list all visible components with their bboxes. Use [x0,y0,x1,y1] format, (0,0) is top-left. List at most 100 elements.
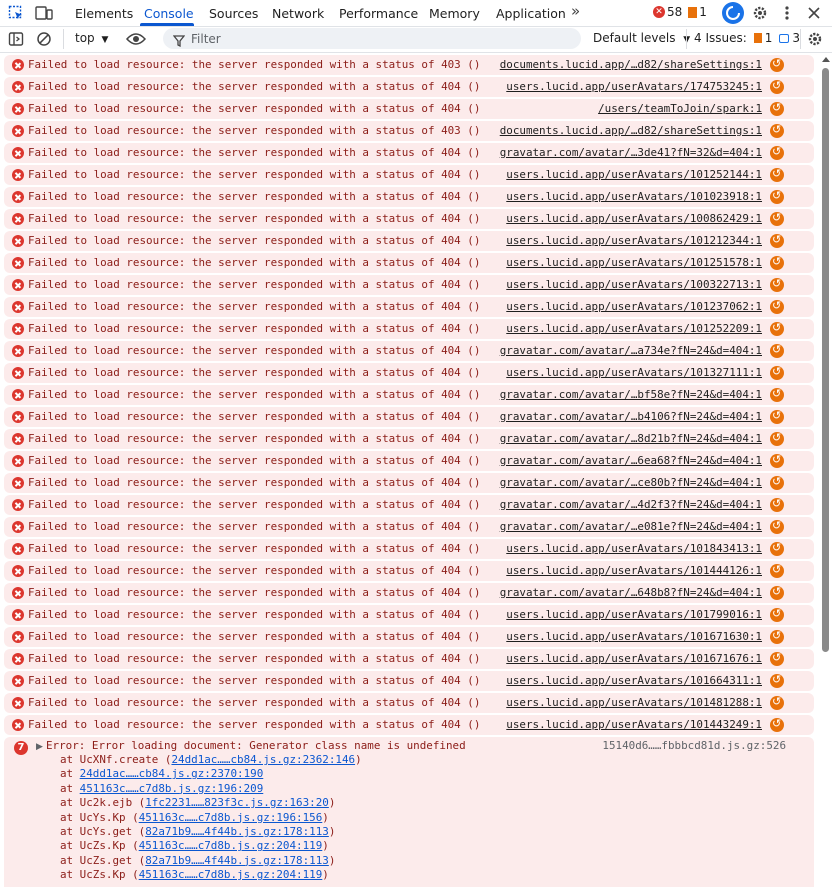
network-request-icon[interactable] [770,233,784,248]
console-message-row[interactable]: Failed to load resource: the server resp… [4,715,814,735]
network-request-icon[interactable] [770,497,784,512]
network-request-icon[interactable] [770,629,784,644]
source-link[interactable]: users.lucid.app/userAvatars/101799016:1 [506,608,762,621]
network-request-icon[interactable] [770,717,784,732]
tab-console[interactable]: Console [144,6,194,21]
error-count-badge[interactable]: ✕ 58 1 [653,5,707,19]
network-request-icon[interactable] [770,387,784,402]
console-message-row[interactable]: Failed to load resource: the server resp… [4,693,814,713]
filter-input[interactable]: Filter [163,28,581,49]
settings-icon[interactable] [750,3,770,23]
tab-sources[interactable]: Sources [209,6,258,21]
issues-button[interactable]: 4 Issues: 1 3 [694,31,800,45]
console-message-row[interactable]: Failed to load resource: the server resp… [4,363,814,383]
frame-source-link[interactable]: 451163c……c7d8b.js.gz:196:209 [80,782,264,795]
log-levels-dropdown[interactable]: Default levels ▼ [593,31,690,45]
source-link[interactable]: gravatar.com/avatar/…ce80b?fN=24&d=404:1 [500,476,762,489]
network-request-icon[interactable] [770,365,784,380]
console-message-row[interactable]: Failed to load resource: the server resp… [4,143,814,163]
frame-source-link[interactable]: 451163c……c7d8b.js.gz:204:119 [139,868,323,881]
frame-source-link[interactable]: 82a71b9……4f44b.js.gz:178:113 [145,825,329,838]
more-tabs-button[interactable]: » [571,2,580,20]
network-request-icon[interactable] [770,651,784,666]
network-request-icon[interactable] [770,57,784,72]
network-request-icon[interactable] [770,519,784,534]
console-message-row[interactable]: Failed to load resource: the server resp… [4,165,814,185]
source-link[interactable]: users.lucid.app/userAvatars/174753245:1 [506,80,762,93]
network-request-icon[interactable] [770,541,784,556]
source-link[interactable]: gravatar.com/avatar/…b4106?fN=24&d=404:1 [500,410,762,423]
ai-assistance-icon[interactable] [722,2,744,24]
source-link[interactable]: gravatar.com/avatar/…bf58e?fN=24&d=404:1 [500,388,762,401]
source-link[interactable]: gravatar.com/avatar/…4d2f3?fN=24&d=404:1 [500,498,762,511]
console-message-row[interactable]: Failed to load resource: the server resp… [4,275,814,295]
console-message-row[interactable]: Failed to load resource: the server resp… [4,407,814,427]
kebab-icon[interactable] [777,3,797,23]
source-link[interactable]: gravatar.com/avatar/…6ea68?fN=24&d=404:1 [500,454,762,467]
frame-source-link[interactable]: 451163c……c7d8b.js.gz:196:156 [139,811,323,824]
console-message-row[interactable]: Failed to load resource: the server resp… [4,583,814,603]
inspect-icon[interactable] [6,3,26,23]
frame-source-link[interactable]: 1fc2231……823f3c.js.gz:163:20 [145,796,329,809]
console-message-row[interactable]: Failed to load resource: the server resp… [4,297,814,317]
network-request-icon[interactable] [770,453,784,468]
network-request-icon[interactable] [770,673,784,688]
console-message-row[interactable]: Failed to load resource: the server resp… [4,649,814,669]
source-link[interactable]: gravatar.com/avatar/…8d21b?fN=24&d=404:1 [500,432,762,445]
network-request-icon[interactable] [770,409,784,424]
source-link[interactable]: documents.lucid.app/…d82/shareSettings:1 [500,58,762,71]
source-link[interactable]: users.lucid.app/userAvatars/101444126:1 [506,564,762,577]
console-message-row[interactable]: Failed to load resource: the server resp… [4,561,814,581]
source-link[interactable]: users.lucid.app/userAvatars/101664311:1 [506,674,762,687]
frame-source-link[interactable]: 24dd1ac……cb84.js.gz:2362:146 [171,753,355,766]
error-source-link[interactable]: 15140d6……fbbbcd81d.js.gz:526 [602,739,786,752]
tab-application[interactable]: Application [496,6,566,21]
source-link[interactable]: users.lucid.app/userAvatars/101327111:1 [506,366,762,379]
scroll-up-arrow-icon[interactable] [822,57,830,62]
frame-source-link[interactable]: 82a71b9……4f44b.js.gz:178:113 [145,854,329,867]
network-request-icon[interactable] [770,189,784,204]
tab-memory[interactable]: Memory [429,6,480,21]
frame-source-link[interactable]: 451163c……c7d8b.js.gz:204:119 [139,839,323,852]
source-link[interactable]: users.lucid.app/userAvatars/101237062:1 [506,300,762,313]
vertical-scrollbar[interactable] [820,54,832,885]
source-link[interactable]: gravatar.com/avatar/…3de41?fN=32&d=404:1 [500,146,762,159]
source-link[interactable]: gravatar.com/avatar/…e081e?fN=24&d=404:1 [500,520,762,533]
console-message-row[interactable]: Failed to load resource: the server resp… [4,451,814,471]
console-message-row[interactable]: Failed to load resource: the server resp… [4,77,814,97]
console-message-row[interactable]: Failed to load resource: the server resp… [4,539,814,559]
network-request-icon[interactable] [770,585,784,600]
source-link[interactable]: users.lucid.app/userAvatars/101023918:1 [506,190,762,203]
console-message-row[interactable]: Failed to load resource: the server resp… [4,187,814,207]
clear-icon[interactable] [34,29,54,49]
network-request-icon[interactable] [770,343,784,358]
console-message-row[interactable]: Failed to load resource: the server resp… [4,517,814,537]
console-message-row[interactable]: Failed to load resource: the server resp… [4,495,814,515]
network-request-icon[interactable] [770,277,784,292]
network-request-icon[interactable] [770,123,784,138]
source-link[interactable]: users.lucid.app/userAvatars/100322713:1 [506,278,762,291]
network-request-icon[interactable] [770,299,784,314]
console-message-row[interactable]: Failed to load resource: the server resp… [4,671,814,691]
network-request-icon[interactable] [770,79,784,94]
network-request-icon[interactable] [770,255,784,270]
network-request-icon[interactable] [770,167,784,182]
network-request-icon[interactable] [770,101,784,116]
tab-elements[interactable]: Elements [75,6,133,21]
console-message-row[interactable]: Failed to load resource: the server resp… [4,605,814,625]
source-link[interactable]: users.lucid.app/userAvatars/101671676:1 [506,652,762,665]
context-selector[interactable]: top ▼ [75,31,108,45]
source-link[interactable]: /users/teamToJoin/spark:1 [598,102,762,115]
network-request-icon[interactable] [770,607,784,622]
frame-source-link[interactable]: 24dd1ac……cb84.js.gz:2370:190 [80,767,264,780]
eye-icon[interactable] [125,29,147,49]
console-message-row[interactable]: Failed to load resource: the server resp… [4,385,814,405]
sidebar-icon[interactable] [6,29,26,49]
network-request-icon[interactable] [770,695,784,710]
stack-error-message[interactable]: 7 ▶ Error: Error loading document: Gener… [4,737,814,887]
console-message-row[interactable]: Failed to load resource: the server resp… [4,319,814,339]
console-message-row[interactable]: Failed to load resource: the server resp… [4,231,814,251]
network-request-icon[interactable] [770,145,784,160]
source-link[interactable]: gravatar.com/avatar/…648b8?fN=24&d=404:1 [500,586,762,599]
close-icon[interactable] [804,3,824,23]
